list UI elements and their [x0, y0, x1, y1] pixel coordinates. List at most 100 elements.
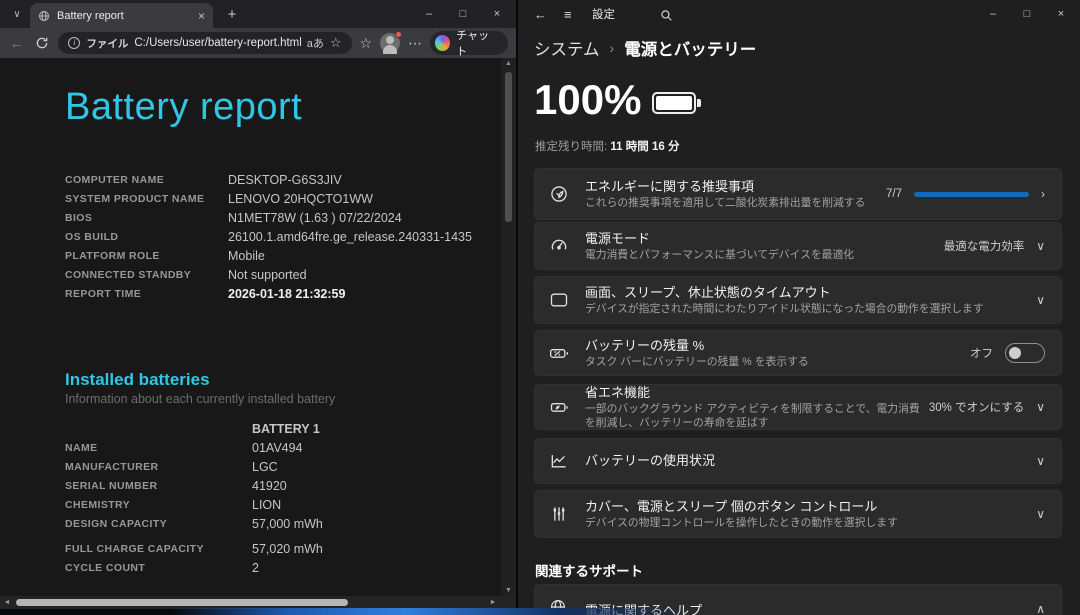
settings-maximize-button[interactable]: □ [1010, 0, 1044, 28]
page-info-icon[interactable]: i [68, 37, 80, 49]
scroll-left-icon[interactable]: ◄ [0, 596, 14, 609]
chevron-down-icon[interactable]: ∨ [1036, 293, 1045, 307]
hamburger-menu-icon[interactable]: ≡ [564, 0, 572, 30]
chevron-down-icon[interactable]: ∨ [1036, 400, 1045, 414]
chevron-down-icon[interactable]: ∨ [1036, 454, 1045, 468]
card-title: 省エネ機能 [585, 385, 929, 401]
translate-icon[interactable]: aあ [307, 35, 324, 51]
table-row: CHEMISTRYLION [65, 495, 323, 514]
row-value: N1MET78W (1.63 ) 07/22/2024 [228, 211, 402, 225]
settings-titlebar: ← ≡ 設定 – □ × [518, 0, 1080, 30]
breadcrumb-parent[interactable]: システム [534, 36, 600, 60]
row-label: BIOS [65, 212, 228, 224]
tab-search-chevron-icon[interactable]: ∨ [6, 5, 28, 24]
energy-recommendations-icon [549, 184, 571, 204]
row-value: DESKTOP-G6S3JIV [228, 173, 342, 187]
table-row: COMPUTER NAMEDESKTOP-G6S3JIV [65, 170, 472, 189]
battery-usage-chart-icon [549, 451, 571, 471]
settings-card-list: エネルギーに関する推奨事項 これらの推奨事項を適用して二酸化炭素排出量を削減する… [534, 168, 1062, 538]
card-title: 電源モード [585, 231, 944, 247]
estimate-label: 推定残り時間: [535, 141, 607, 153]
battery-column-header: BATTERY 1 [252, 422, 320, 436]
estimate-value: 11 時間 16 分 [610, 141, 679, 153]
browser-window: ∨ Battery report × + – □ × ← i ファイル [0, 0, 516, 609]
card-power-mode[interactable]: 電源モード 電力消費とパフォーマンスに基づいてデバイスを最適化 最適な電力効率 … [534, 222, 1062, 270]
row-value: 57,020 mWh [252, 542, 323, 556]
chevron-right-icon[interactable]: › [1041, 187, 1045, 201]
tab-close-icon[interactable]: × [198, 10, 205, 22]
address-scheme-label: ファイル [86, 36, 128, 51]
horizontal-scroll-thumb[interactable] [16, 599, 348, 606]
vertical-scrollbar[interactable]: ▲ ▼ [501, 58, 516, 596]
scroll-down-icon[interactable]: ▼ [501, 587, 516, 594]
chevron-down-icon[interactable]: ∨ [1036, 239, 1045, 253]
table-row: CYCLE COUNT2 [65, 558, 323, 577]
profile-avatar[interactable] [380, 33, 400, 53]
row-value: Mobile [228, 249, 265, 263]
row-label: REPORT TIME [65, 288, 228, 300]
address-url[interactable]: C:/Users/user/battery-report.html [134, 37, 300, 49]
copilot-label: チャット [456, 27, 498, 59]
copilot-logo-icon [435, 35, 450, 51]
row-value: 26100.1.amd64fre.ge_release.240331-1435 [228, 230, 472, 244]
vertical-scroll-thumb[interactable] [505, 72, 512, 222]
energy-saver-value: 30% でオンにする [929, 399, 1024, 415]
card-lid-power-button-controls[interactable]: カバー、電源とスリープ 個のボタン コントロール デバイスの物理コントロールを操… [534, 490, 1062, 538]
row-label: CHEMISTRY [65, 499, 252, 511]
card-battery-usage[interactable]: バッテリーの使用状況 ∨ [534, 438, 1062, 484]
scroll-up-icon[interactable]: ▲ [501, 60, 516, 67]
browser-minimize-button[interactable]: – [412, 0, 446, 28]
system-info-table: COMPUTER NAMEDESKTOP-G6S3JIV SYSTEM PROD… [65, 170, 472, 303]
card-subtitle: デバイスが指定された時間にわたりアイドル状態になった場合の動作を選択します [585, 302, 1036, 316]
settings-back-icon[interactable]: ← [534, 0, 547, 30]
chevron-up-icon[interactable]: ∧ [1036, 602, 1045, 615]
copilot-chat-button[interactable]: チャット [430, 31, 508, 55]
row-label: DESIGN CAPACITY [65, 518, 252, 530]
power-mode-icon [549, 236, 571, 256]
new-tab-button[interactable]: + [222, 5, 242, 25]
row-value: LION [252, 498, 281, 512]
breadcrumb-separator: › [610, 40, 615, 56]
page-title: 電源とバッテリー [624, 36, 756, 60]
favorites-icon[interactable]: ☆ [360, 35, 373, 52]
table-row: BIOSN1MET78W (1.63 ) 07/22/2024 [65, 208, 472, 227]
card-battery-percentage[interactable]: バッテリーの残量 % タスク バーにバッテリーの残量 % を表示する オフ [534, 330, 1062, 376]
report-title: Battery report [65, 86, 302, 129]
table-row: SYSTEM PRODUCT NAMELENOVO 20HQCTO1WW [65, 189, 472, 208]
address-bar[interactable]: i ファイル C:/Users/user/battery-report.html… [58, 32, 351, 54]
row-value: 01AV494 [252, 441, 303, 455]
settings-close-button[interactable]: × [1044, 0, 1078, 28]
settings-minimize-button[interactable]: – [976, 0, 1010, 28]
bookmark-star-icon[interactable]: ☆ [330, 35, 342, 51]
battery-percentage-toggle[interactable] [1005, 343, 1045, 363]
search-icon[interactable] [660, 0, 673, 30]
refresh-icon[interactable] [33, 36, 50, 50]
card-energy-saver[interactable]: 省エネ機能 一部のバックグラウンド アクティビティを制限することで、電力消費を削… [534, 384, 1062, 430]
row-value: 2026-01-18 21:32:59 [228, 287, 345, 301]
installed-batteries-subtitle: Information about each currently install… [65, 392, 335, 406]
back-icon[interactable]: ← [8, 35, 25, 51]
row-label: MANUFACTURER [65, 461, 252, 473]
globe-favicon-icon [38, 10, 50, 22]
toggle-state-label: オフ [970, 345, 993, 361]
row-label: CONNECTED STANDBY [65, 269, 228, 281]
card-energy-recommendations[interactable]: エネルギーに関する推奨事項 これらの推奨事項を適用して二酸化炭素排出量を削減する… [534, 168, 1062, 220]
table-header-row: BATTERY 1 [65, 419, 323, 438]
card-title: バッテリーの使用状況 [585, 453, 1036, 469]
installed-batteries-heading: Installed batteries [65, 370, 210, 390]
battery-report-page: Battery report COMPUTER NAMEDESKTOP-G6S3… [0, 58, 501, 596]
row-label: FULL CHARGE CAPACITY [65, 543, 252, 555]
table-row: MANUFACTURERLGC [65, 457, 323, 476]
card-subtitle: これらの推奨事項を適用して二酸化炭素排出量を削減する [585, 196, 886, 210]
chevron-down-icon[interactable]: ∨ [1036, 507, 1045, 521]
card-subtitle: タスク バーにバッテリーの残量 % を表示する [585, 355, 970, 369]
row-label: PLATFORM ROLE [65, 250, 228, 262]
card-screen-sleep-timeouts[interactable]: 画面、スリープ、休止状態のタイムアウト デバイスが指定された時間にわたりアイドル… [534, 276, 1062, 324]
row-label: NAME [65, 442, 252, 454]
screen-sleep-icon [549, 290, 571, 310]
browser-maximize-button[interactable]: □ [446, 0, 480, 28]
more-menu-icon[interactable]: ⋯ [408, 35, 422, 52]
browser-tab[interactable]: Battery report × [30, 3, 213, 28]
row-value: Not supported [228, 268, 307, 282]
browser-close-button[interactable]: × [480, 0, 514, 28]
